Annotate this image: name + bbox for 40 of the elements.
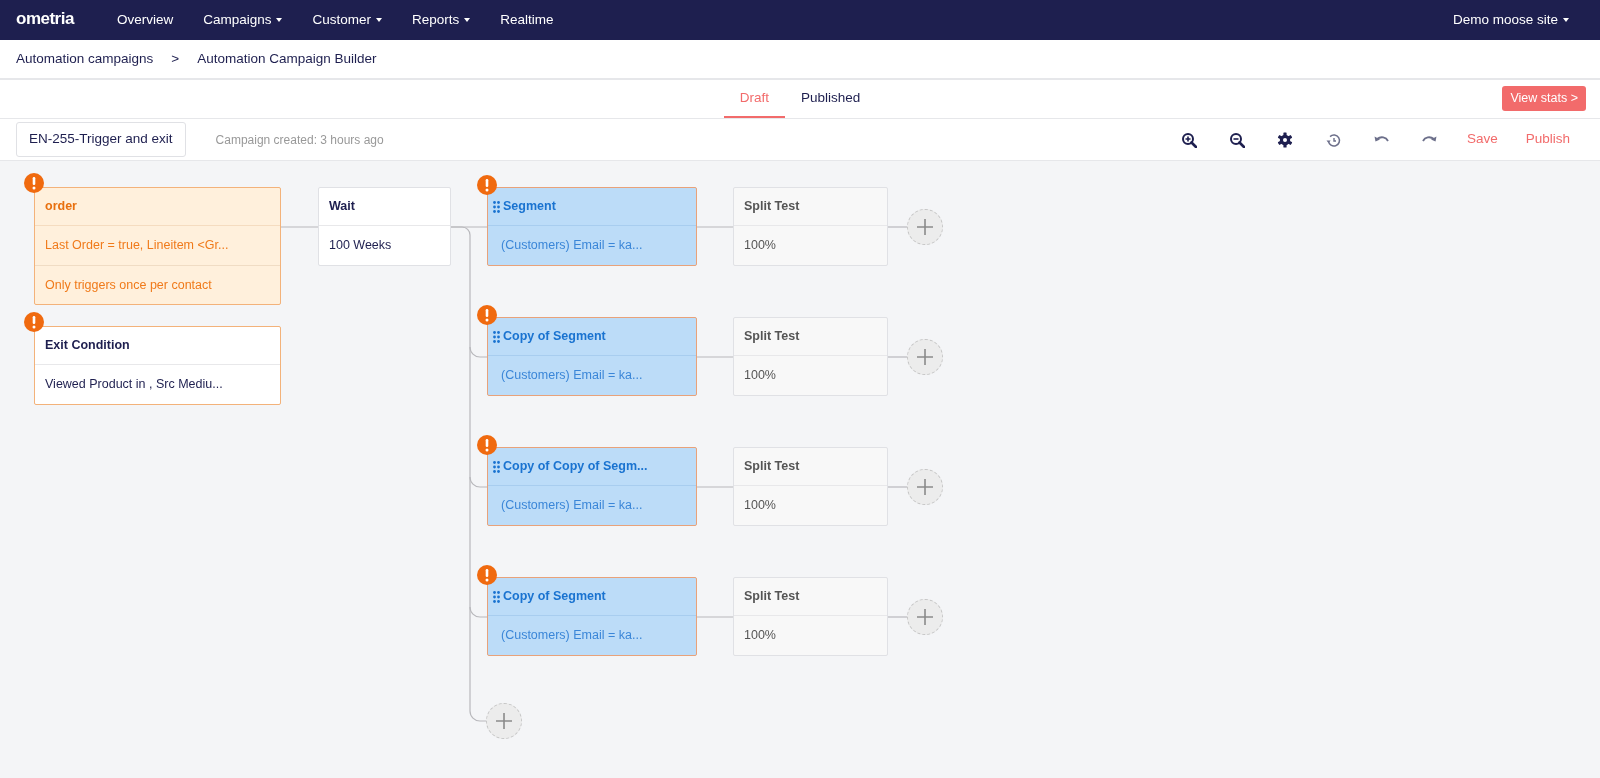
split-test-card[interactable]: Split Test 100% xyxy=(733,187,888,266)
nav-link[interactable]: Customer xyxy=(297,9,397,31)
created-time: Campaign created: 3 hours ago xyxy=(215,131,384,149)
card-title: Split Test xyxy=(734,578,887,616)
card-title: Split Test xyxy=(734,448,887,486)
card-row-text: (Customers) Email = ka... xyxy=(500,627,644,645)
card-row-text: (Customers) Email = ka... xyxy=(500,497,644,515)
split-test-card[interactable]: Split Test 100% xyxy=(733,577,888,656)
breadcrumb-link[interactable]: Automation Campaign Builder xyxy=(197,48,377,70)
card-title: Split Test xyxy=(734,318,887,356)
tab[interactable]: Published xyxy=(785,80,877,118)
campaign-name-field[interactable]: EN-255-Trigger and exit xyxy=(16,122,186,157)
nav-link[interactable]: Campaigns xyxy=(188,9,298,31)
card-title: Copy of Segment xyxy=(503,588,606,606)
card-title: Copy of Segment xyxy=(503,328,606,346)
nav-link[interactable]: Realtime xyxy=(485,9,569,31)
breadcrumb-separator: > xyxy=(171,49,180,68)
wait-card[interactable]: Wait 100 Weeks xyxy=(318,187,451,266)
nav-link[interactable]: Overview xyxy=(101,9,189,31)
card-row-text: Viewed Product in , Src Mediu... xyxy=(44,376,224,394)
card-row: Only triggers once per contact xyxy=(35,265,280,304)
card-title: Split Test xyxy=(734,188,887,226)
exit-card[interactable]: Exit Condition Viewed Product in , Src Mediu... xyxy=(34,326,281,405)
card-title: Copy of Copy of Segm... xyxy=(503,458,648,476)
card-title: Segment xyxy=(503,198,556,216)
card-row-text: 100 Weeks xyxy=(328,237,393,255)
card-row-text: 100% xyxy=(743,497,777,515)
logo[interactable]: ometria xyxy=(16,6,74,34)
card-row-text: 100% xyxy=(743,367,777,385)
card-row-text: 100% xyxy=(743,627,777,645)
card-title: Wait xyxy=(319,188,450,226)
card-row-text: Last Order = true, Lineitem <Gr... xyxy=(44,237,230,255)
nav-link[interactable]: Reports xyxy=(397,9,486,31)
breadcrumb-link[interactable]: Automation campaigns xyxy=(16,48,154,70)
card-row-text: (Customers) Email = ka... xyxy=(500,237,644,255)
card-row-text: (Customers) Email = ka... xyxy=(500,367,644,385)
card-row-text: 100% xyxy=(743,237,777,255)
split-test-card[interactable]: Split Test 100% xyxy=(733,317,888,396)
site-dropdown[interactable]: Demo moose site xyxy=(1437,9,1584,31)
split-test-card[interactable]: Split Test 100% xyxy=(733,447,888,526)
